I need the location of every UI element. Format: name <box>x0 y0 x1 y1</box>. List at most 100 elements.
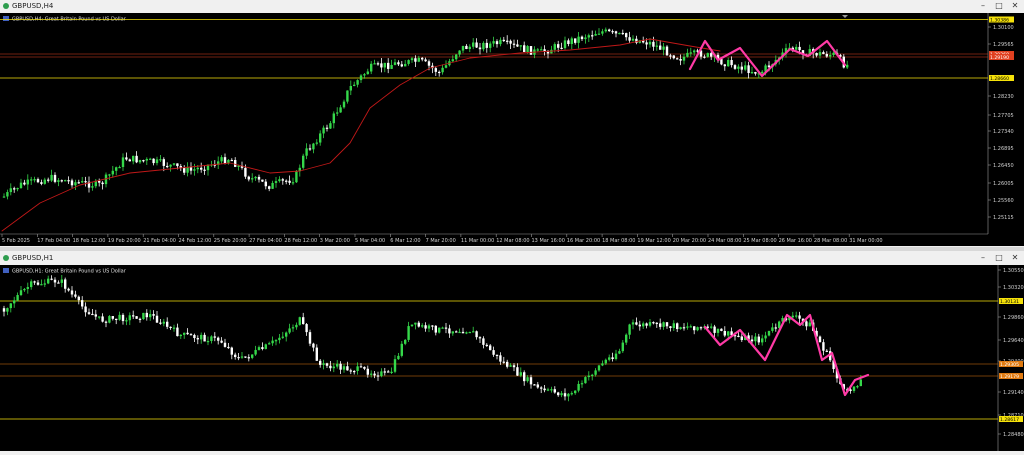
candle-body <box>155 315 159 323</box>
time-tick-label: 21 Feb 04:00 <box>143 238 176 244</box>
candle-body <box>359 75 363 81</box>
candle-body <box>186 167 189 173</box>
candle-body <box>553 44 556 50</box>
candle-body <box>529 377 533 385</box>
candle-body <box>19 290 23 296</box>
candle-body <box>723 330 726 336</box>
candle-body <box>825 350 828 352</box>
candle-body <box>210 336 213 341</box>
candle-body <box>43 283 46 285</box>
chart-area[interactable]: GBPUSD,H1: Great Britain Pound vs US Dol… <box>0 265 1024 451</box>
candle-body <box>567 40 570 45</box>
candle-body <box>526 46 529 53</box>
candle-body <box>390 371 393 373</box>
candle-body <box>302 155 305 168</box>
candle-body <box>601 363 604 366</box>
maximize-button[interactable]: □ <box>992 253 1006 263</box>
candle-body <box>397 62 400 65</box>
candle-body <box>315 142 318 144</box>
chart-area[interactable]: GBPUSD,H4: Great Britain Pound vs US Dol… <box>0 13 1024 246</box>
candle-body <box>370 373 373 375</box>
candle-body <box>125 320 128 322</box>
candle-body <box>183 332 186 335</box>
candle-body <box>764 335 767 339</box>
candle-body <box>424 59 427 62</box>
candle-body <box>567 393 570 397</box>
candle-body <box>138 160 142 163</box>
candle-body <box>451 59 454 62</box>
candle-body <box>421 57 424 60</box>
candle-body <box>417 322 420 327</box>
candle-body <box>614 31 618 34</box>
candle-body <box>859 379 862 387</box>
candle-body <box>682 56 686 61</box>
candle-body <box>244 167 247 177</box>
window-titlebar[interactable]: GBPUSD,H4 – □ ✕ <box>0 0 1024 12</box>
candle-body <box>693 326 696 331</box>
window-titlebar[interactable]: GBPUSD,H1 – □ ✕ <box>0 252 1024 264</box>
candle-body <box>757 336 760 343</box>
candle-body <box>336 112 339 114</box>
candle-body <box>465 332 468 334</box>
candle-body <box>689 326 692 328</box>
candle-body <box>642 323 645 327</box>
minimize-button[interactable]: – <box>976 1 990 11</box>
candle-body <box>149 158 152 160</box>
candle-body <box>67 288 70 291</box>
candle-body <box>373 63 376 65</box>
time-tick-label: 31 Mar 00:00 <box>849 238 882 244</box>
candle-body <box>40 284 43 286</box>
candle-body <box>2 308 6 312</box>
price-chart[interactable]: GBPUSD,H1: Great Britain Pound vs US Dol… <box>0 265 1024 451</box>
candle-body <box>485 344 488 347</box>
candle-body <box>686 326 689 328</box>
candle-body <box>529 46 533 55</box>
candle-body <box>604 359 607 364</box>
candle-body <box>281 179 284 181</box>
candle-body <box>608 29 611 32</box>
minimize-button[interactable]: – <box>976 253 990 263</box>
candle-body <box>523 372 526 382</box>
candle-body <box>628 324 631 335</box>
close-button[interactable]: ✕ <box>1008 253 1022 263</box>
price-tick-label: 1.29860 <box>1003 315 1024 321</box>
candle-body <box>118 314 121 320</box>
chart-window-h4[interactable]: GBPUSD,H4 – □ ✕ GBPUSD,H4: Great Britain… <box>0 0 1024 246</box>
candle-body <box>485 42 488 48</box>
candle-body <box>414 322 417 325</box>
candle-body <box>101 316 104 322</box>
candle-body <box>193 334 196 339</box>
candle-body <box>818 336 822 343</box>
price-chart[interactable]: GBPUSD,H4: Great Britain Pound vs US Dol… <box>0 13 1024 246</box>
time-tick-label: 25 Feb 20:00 <box>214 238 247 244</box>
candle-body <box>336 363 339 367</box>
candle-body <box>200 334 203 340</box>
candle-body <box>771 327 774 331</box>
candle-body <box>81 300 84 307</box>
candle-body <box>274 340 278 342</box>
candle-body <box>676 58 679 60</box>
candle-body <box>512 43 516 45</box>
candle-body <box>563 393 567 397</box>
candle-body <box>523 45 526 53</box>
maximize-button[interactable]: □ <box>992 1 1006 11</box>
candle-body <box>274 181 278 183</box>
chart-shift-marker <box>842 15 848 18</box>
candle-body <box>261 347 264 349</box>
candle-body <box>257 176 261 180</box>
candle-body <box>271 182 274 189</box>
candle-body <box>295 324 298 328</box>
candle-body <box>339 107 342 113</box>
chart-window-h1[interactable]: GBPUSD,H1 – □ ✕ GBPUSD,H1: Great Britain… <box>0 252 1024 451</box>
candle-body <box>550 389 553 391</box>
candle-body <box>254 349 257 355</box>
candle-body <box>268 343 271 345</box>
candle-body <box>427 325 431 329</box>
candle-body <box>315 347 318 361</box>
candle-body <box>512 365 516 368</box>
candle-body <box>659 323 662 327</box>
candle-body <box>227 346 230 349</box>
app-icon <box>3 255 9 261</box>
close-button[interactable]: ✕ <box>1008 1 1022 11</box>
candle-body <box>91 313 94 316</box>
